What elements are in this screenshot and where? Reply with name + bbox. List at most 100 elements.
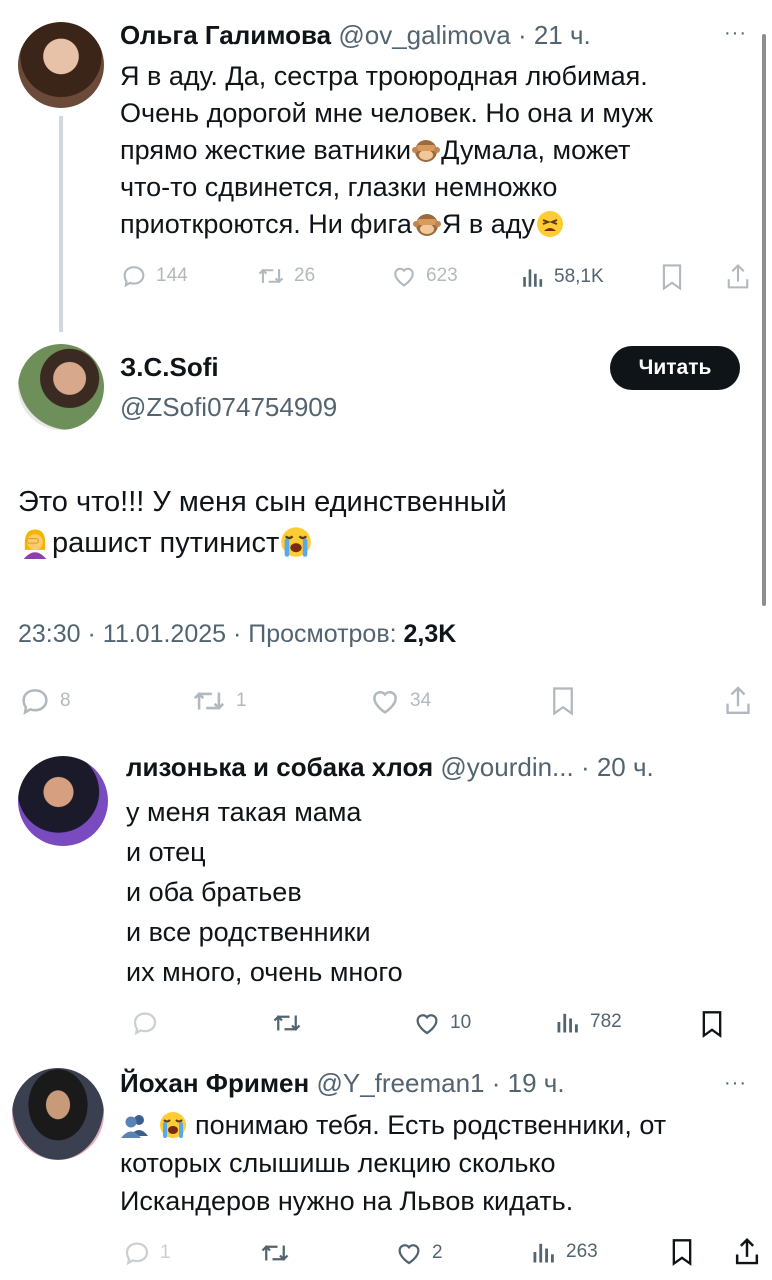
bookmark-icon[interactable]	[668, 1236, 696, 1268]
tired-face-emoji	[535, 209, 565, 239]
reply-button[interactable]: 1	[122, 1238, 171, 1268]
reply-icon[interactable]	[130, 1008, 160, 1038]
like-count: 10	[450, 1012, 472, 1033]
text-line: и оба братьев	[126, 877, 302, 907]
more-icon[interactable]: ···	[724, 22, 747, 45]
action-bar: 8 1 34	[18, 684, 758, 720]
author-name[interactable]: Ольга Галимова	[120, 20, 331, 50]
like-icon	[416, 1014, 438, 1035]
tweet-text: у меня такая мама и отец и оба братьев и…	[126, 792, 756, 992]
share-icon[interactable]	[724, 262, 752, 292]
retweet-button[interactable]: 26	[256, 262, 315, 290]
text-line: и все родственники	[126, 917, 371, 947]
retweet-count: 26	[294, 265, 316, 286]
bookmark-icon[interactable]	[548, 684, 578, 718]
loudly-crying-face-emoji	[158, 1110, 188, 1140]
tweet-header: Йохан Фримен @Y_freeman1 · 19 ч.	[120, 1068, 565, 1099]
retweet-icon	[258, 268, 284, 284]
reply-button[interactable]: 8	[18, 684, 71, 718]
text-line: понимаю тебя. Есть родственники, от	[120, 1106, 760, 1144]
like-count: 623	[426, 265, 458, 286]
reply-count: 144	[156, 265, 188, 286]
see-no-evil-monkey-emoji	[412, 209, 442, 239]
avatar[interactable]	[18, 756, 108, 846]
like-icon	[398, 1244, 420, 1265]
author-handle[interactable]: @ov_galimova	[338, 20, 510, 50]
tweet-text: Я в аду. Да, сестра троюродная любимая. …	[120, 58, 760, 243]
tweet-time[interactable]: · 21 ч.	[518, 20, 591, 50]
views-icon	[533, 1243, 554, 1263]
retweet-button[interactable]: 1	[190, 684, 247, 718]
views-button[interactable]: 58,1K	[520, 264, 604, 290]
text-line: прямо жесткие ватники Думала, может	[120, 132, 760, 169]
views-button[interactable]: 263	[530, 1238, 598, 1266]
bookmark-icon[interactable]	[658, 262, 686, 292]
follow-button[interactable]: Читать	[610, 346, 740, 390]
text-span: приоткроются. Ни фига	[120, 209, 412, 239]
author-name[interactable]: лизонька и собака хлоя	[126, 752, 433, 782]
loudly-crying-face-emoji	[279, 525, 313, 559]
like-button[interactable]: 623	[390, 262, 458, 290]
share-icon[interactable]	[732, 1236, 762, 1268]
like-count: 34	[410, 690, 432, 711]
reply-icon	[22, 689, 48, 715]
text-line: Это что!!! У меня сын единственный	[18, 486, 507, 518]
tweet-text: Это что!!! У меня сын единственный рашис…	[18, 482, 758, 564]
like-button[interactable]: 2	[394, 1238, 443, 1268]
avatar[interactable]	[18, 22, 104, 108]
views-icon	[523, 269, 543, 287]
reply-icon	[125, 1242, 149, 1266]
views-button[interactable]: 782	[554, 1008, 622, 1036]
tweet-header: Ольга Галимова @ov_galimova · 21 ч.	[120, 20, 591, 51]
text-line: приоткроются. Ни фига Я в аду	[120, 206, 760, 243]
text-line: Очень дорогой мне человек. Но она и муж	[120, 98, 654, 128]
text-span: понимаю тебя. Есть родственники, от	[195, 1110, 667, 1140]
retweet-icon[interactable]	[270, 1008, 304, 1038]
text-span: Я в аду	[441, 209, 535, 239]
text-span: рашист путинист	[52, 527, 280, 559]
views-count: 782	[590, 1011, 622, 1032]
author-name[interactable]: З.С.Sofi	[120, 352, 219, 383]
text-line: что-то сдвинется, глазки немножко	[120, 172, 558, 202]
text-line: и отец	[126, 837, 206, 867]
author-name[interactable]: Йохан Фримен	[120, 1068, 309, 1098]
views-count: 263	[566, 1241, 598, 1262]
retweet-icon	[193, 692, 225, 710]
views-count: 58,1K	[554, 266, 604, 287]
scrollbar[interactable]	[762, 34, 766, 606]
woman-facepalming-emoji	[18, 525, 52, 559]
avatar[interactable]	[12, 1068, 104, 1160]
text-span: Думала, может	[441, 135, 631, 165]
text-line: их много, очень много	[126, 957, 403, 987]
author-handle[interactable]: @yourdin...	[440, 752, 573, 782]
reply-count: 1	[160, 1242, 171, 1263]
text-span: прямо жесткие ватники	[120, 135, 412, 165]
bookmark-icon[interactable]	[698, 1008, 726, 1040]
tweet-time[interactable]: · 19 ч.	[492, 1068, 565, 1098]
author-handle[interactable]: @Y_freeman1	[316, 1068, 484, 1098]
like-button[interactable]: 10	[412, 1008, 471, 1038]
tweet-text: понимаю тебя. Есть родственники, от кото…	[120, 1106, 760, 1220]
like-count: 2	[432, 1242, 443, 1263]
reply-count: 8	[60, 690, 71, 711]
like-icon	[373, 690, 397, 714]
text-line: Искандеров нужно на Львов кидать.	[120, 1186, 574, 1216]
busts-in-silhouette-emoji	[120, 1110, 150, 1140]
like-button[interactable]: 34	[368, 684, 431, 718]
retweet-icon[interactable]	[258, 1238, 292, 1268]
text-line: которых слышишь лекцию сколько	[120, 1148, 556, 1178]
timestamp-text[interactable]: 23:30 · 11.01.2025 · Просмотров:	[18, 620, 397, 648]
tweet-header: лизонька и собака хлоя @yourdin... · 20 …	[126, 752, 654, 783]
reply-button[interactable]: 144	[120, 262, 188, 290]
views-icon	[557, 1013, 578, 1033]
like-icon	[394, 267, 414, 287]
see-no-evil-monkey-emoji	[411, 135, 441, 165]
views-value: 2,3K	[403, 620, 457, 648]
avatar[interactable]	[18, 344, 104, 430]
thread-line	[59, 116, 63, 332]
tweet-time[interactable]: · 20 ч.	[581, 752, 654, 782]
more-icon[interactable]: ···	[724, 1072, 747, 1095]
author-handle[interactable]: @ZSofi074754909	[120, 392, 337, 423]
share-icon[interactable]	[722, 684, 754, 718]
tweet-timestamp: 23:30 · 11.01.2025 · Просмотров: 2,3K	[18, 620, 456, 649]
